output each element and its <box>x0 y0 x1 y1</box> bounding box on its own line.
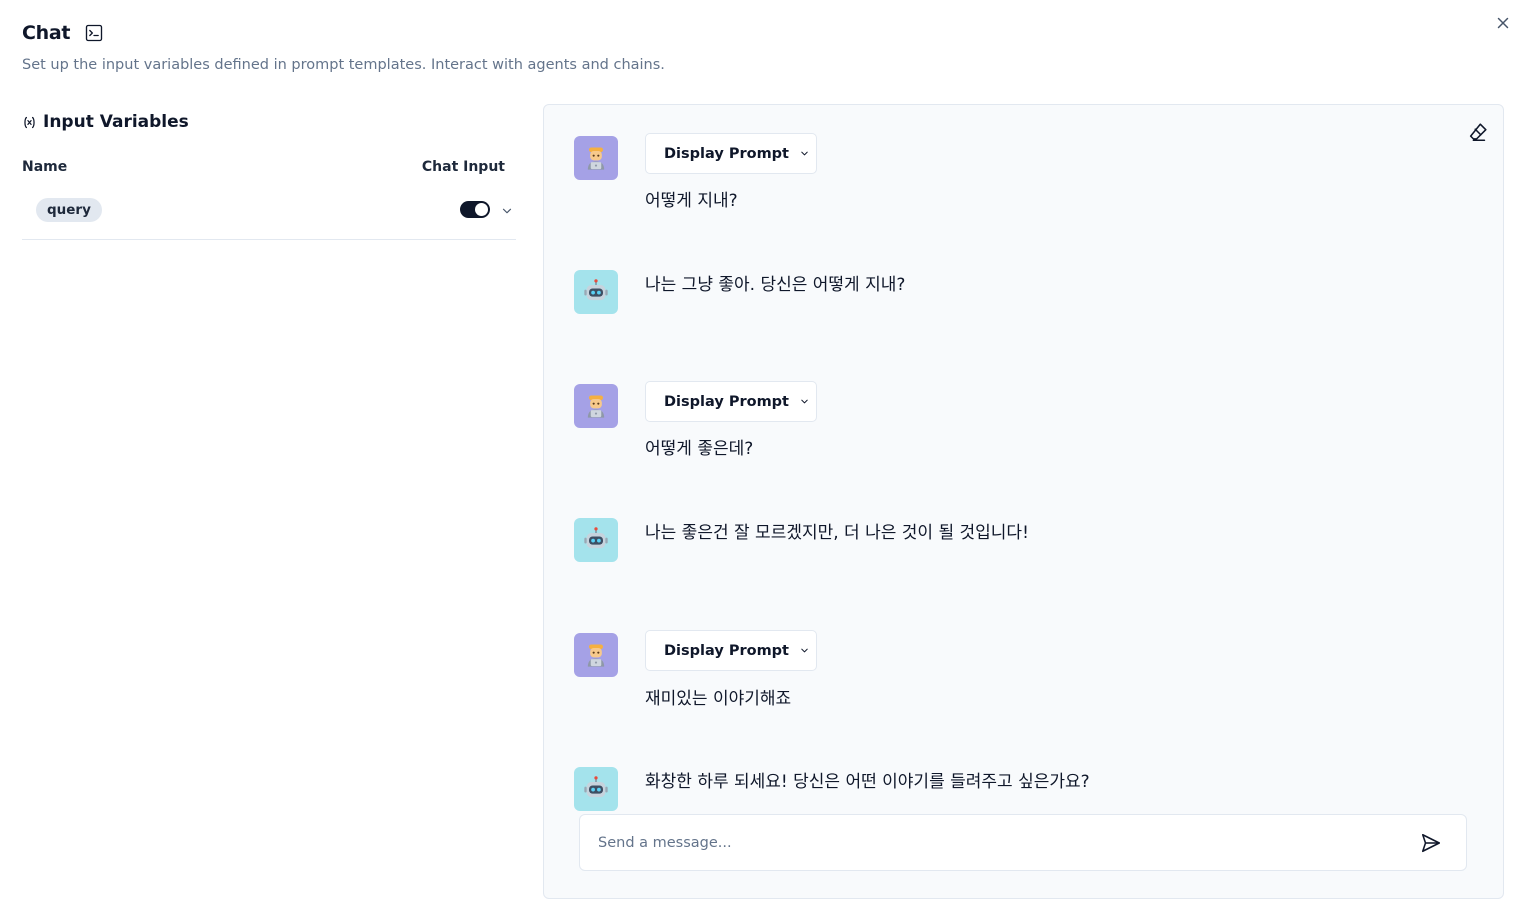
user-avatar <box>574 136 618 180</box>
message-text: 나는 그냥 좋아. 당신은 어떻게 지내? <box>645 275 906 295</box>
column-name: Name <box>22 159 68 175</box>
message-text: 화창한 하루 되세요! 당신은 어떤 이야기를 들려주고 싶은가요? <box>645 772 1090 792</box>
message-text: 어떻게 좋은데? <box>645 439 754 459</box>
display-prompt-label: Display Prompt <box>664 642 789 659</box>
robot-icon <box>582 775 610 803</box>
display-prompt-label: Display Prompt <box>664 145 789 162</box>
input-variables-panel: Input Variables Name Chat Input query <box>22 112 516 240</box>
eraser-icon[interactable] <box>1467 121 1489 143</box>
robot-icon <box>582 278 610 306</box>
display-prompt-label: Display Prompt <box>664 393 789 410</box>
display-prompt-button[interactable]: Display Prompt <box>645 133 817 174</box>
display-prompt-button[interactable]: Display Prompt <box>645 381 817 422</box>
toggle-knob <box>475 203 488 216</box>
send-icon[interactable] <box>1420 832 1442 854</box>
technologist-icon <box>582 641 610 669</box>
user-avatar <box>574 384 618 428</box>
robot-icon <box>582 526 610 554</box>
terminal-icon <box>84 23 104 43</box>
column-chat-input: Chat Input <box>421 159 505 175</box>
page-title: Chat <box>22 22 71 44</box>
chevron-down-icon <box>799 396 810 407</box>
chevron-down-icon[interactable] <box>500 203 514 217</box>
variable-name-badge[interactable]: query <box>36 198 102 222</box>
chat-input-toggle[interactable] <box>460 201 490 218</box>
display-prompt-button[interactable]: Display Prompt <box>645 630 817 671</box>
chevron-down-icon <box>799 645 810 656</box>
variable-icon <box>22 115 37 130</box>
input-variables-heading: Input Variables <box>22 112 516 132</box>
bot-avatar <box>574 270 618 314</box>
message-input-box <box>579 814 1467 871</box>
message-input[interactable] <box>580 815 1400 870</box>
variable-row: query <box>22 194 516 240</box>
message-text: 어떻게 지내? <box>645 191 738 211</box>
chevron-down-icon <box>799 148 810 159</box>
page-subtitle: Set up the input variables defined in pr… <box>22 57 665 73</box>
message-text: 재미있는 이야기해죠 <box>645 689 792 709</box>
bot-avatar <box>574 767 618 811</box>
bot-avatar <box>574 518 618 562</box>
close-icon[interactable] <box>1494 14 1512 32</box>
message-text: 나는 좋은건 잘 모르겠지만, 더 나은 것이 될 것입니다! <box>645 523 1029 543</box>
chat-header: Chat <box>22 22 104 44</box>
technologist-icon <box>582 144 610 172</box>
chat-panel: Display Prompt 어떻게 지내? 나는 그냥 좋아. 당신은 어떻게… <box>543 104 1504 899</box>
input-variables-title: Input Variables <box>43 112 189 132</box>
technologist-icon <box>582 392 610 420</box>
user-avatar <box>574 633 618 677</box>
